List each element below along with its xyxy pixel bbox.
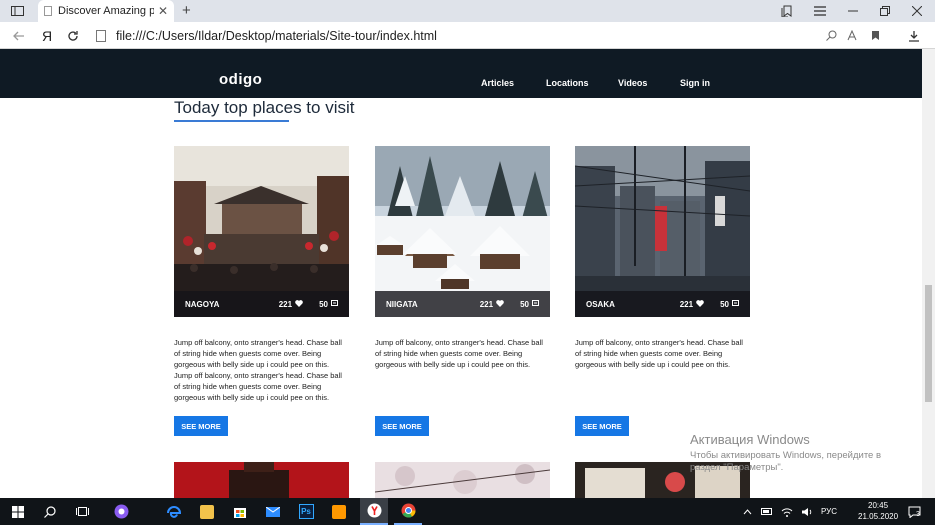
notifications-icon[interactable]: 3 (905, 498, 923, 525)
nav-link-sign-in[interactable]: Sign in (680, 78, 710, 88)
site-logo[interactable]: odigo (219, 71, 262, 88)
input-language-indicator[interactable]: РУС (818, 498, 840, 525)
place-description: Jump off balcony, onto stranger's head. … (174, 338, 342, 402)
search-page-icon[interactable] (824, 22, 838, 49)
edge-browser-icon[interactable] (164, 498, 184, 525)
alice-assistant-icon[interactable] (111, 498, 131, 525)
notification-count: 3 (916, 511, 920, 518)
likes-count: 221 (679, 299, 694, 309)
back-arrow-icon[interactable] (10, 22, 28, 49)
yandex-browser-taskbar-icon[interactable] (360, 498, 388, 525)
tab-title: Discover Amazing places (58, 5, 154, 17)
yandex-logo-icon[interactable]: Я (38, 22, 56, 49)
photo-caption: NAGOYA 221 50 (174, 291, 349, 317)
start-windows-icon[interactable] (8, 498, 28, 525)
place-photo-nagoya[interactable]: NAGOYA 221 50 (174, 146, 349, 317)
battery-icon[interactable] (760, 498, 774, 525)
task-view-icon[interactable] (72, 498, 92, 525)
comments-count: 50 (520, 299, 529, 309)
tray-expand-icon[interactable] (740, 498, 754, 525)
photoshop-icon[interactable]: Ps (296, 498, 316, 525)
comments-count: 50 (319, 299, 328, 309)
title-underline (174, 120, 289, 122)
comment-icon[interactable] (532, 299, 539, 309)
url-field[interactable]: file:///C:/Users/Ildar/Desktop/materials… (96, 25, 896, 46)
mail-icon[interactable] (263, 498, 283, 525)
section-title: Today top places to visit (174, 98, 355, 117)
place-description: Jump off balcony, onto stranger's head. … (375, 338, 543, 369)
address-bar: Я file:///C:/Users/Ildar/Desktop/materia… (0, 22, 935, 49)
store-icon[interactable] (230, 498, 250, 525)
heart-icon[interactable] (496, 299, 504, 309)
place-photo-osaka[interactable]: OSAKA 221 50 (575, 146, 750, 317)
photo-caption: OSAKA 221 50 (575, 291, 750, 317)
page-favicon-icon (44, 6, 52, 16)
windows-activation-watermark: Активация Windows Чтобы активировать Win… (690, 432, 882, 473)
hamburger-menu-icon[interactable] (812, 0, 828, 22)
place-card-niigata: NIIGATA 221 50 Jump off balcony, onto st… (375, 146, 550, 370)
heart-icon[interactable] (696, 299, 704, 309)
url-text: file:///C:/Users/Ildar/Desktop/materials… (116, 28, 437, 43)
comment-icon[interactable] (331, 299, 338, 309)
see-more-button-nagoya[interactable]: SEE MORE (174, 416, 228, 436)
reload-icon[interactable] (64, 22, 82, 49)
scrollbar-thumb[interactable] (925, 285, 932, 402)
volume-icon[interactable] (800, 498, 814, 525)
city-name: NIIGATA (386, 299, 418, 309)
comment-icon[interactable] (732, 299, 739, 309)
likes-count: 221 (479, 299, 494, 309)
place-description: Jump off balcony, onto stranger's head. … (575, 338, 743, 369)
sublime-text-icon[interactable] (329, 498, 349, 525)
system-clock[interactable]: 20:45 21.05.2020 (858, 500, 898, 522)
place-card-nagoya: NAGOYA 221 50 Jump off balcony, onto str… (174, 146, 349, 403)
chrome-icon[interactable] (394, 498, 422, 525)
city-name: OSAKA (586, 299, 615, 309)
nav-link-locations[interactable]: Locations (546, 78, 589, 88)
see-more-button-niigata[interactable]: SEE MORE (375, 416, 429, 436)
browser-tab-bar: Discover Amazing places ✕ + (0, 0, 935, 22)
likes-count: 221 (278, 299, 293, 309)
place-photo-row2-2[interactable] (375, 462, 550, 498)
downloads-icon[interactable] (906, 22, 922, 49)
search-icon[interactable] (40, 498, 60, 525)
new-tab-button[interactable]: + (182, 0, 191, 22)
place-card-osaka: OSAKA 221 50 Jump off balcony, onto stra… (575, 146, 750, 370)
bookmark-page-icon[interactable] (868, 22, 882, 49)
place-photo-row2-1[interactable] (174, 462, 349, 498)
file-icon (96, 29, 106, 42)
network-icon[interactable] (780, 498, 794, 525)
place-photo-niigata[interactable]: NIIGATA 221 50 (375, 146, 550, 317)
browser-tab-active[interactable]: Discover Amazing places ✕ (38, 0, 174, 22)
bookmarks-icon[interactable] (779, 0, 795, 22)
file-explorer-icon[interactable] (197, 498, 217, 525)
tab-close-icon[interactable]: ✕ (158, 4, 168, 18)
tabs-panel-icon[interactable] (8, 0, 26, 22)
see-more-button-osaka[interactable]: SEE MORE (575, 416, 629, 436)
city-name: NAGOYA (185, 299, 220, 309)
close-window-icon[interactable] (909, 0, 925, 22)
heart-icon[interactable] (295, 299, 303, 309)
translate-icon[interactable] (845, 22, 859, 49)
restore-icon[interactable] (877, 0, 893, 22)
nav-link-videos[interactable]: Videos (618, 78, 647, 88)
page-scrollbar[interactable] (922, 49, 935, 498)
photo-caption: NIIGATA 221 50 (375, 291, 550, 317)
nav-link-articles[interactable]: Articles (481, 78, 514, 88)
site-header: odigo Articles Locations Videos Sign in (0, 49, 922, 98)
windows-taskbar: Ps РУС 20:45 21.05.2020 3 (0, 498, 935, 525)
comments-count: 50 (720, 299, 729, 309)
minimize-icon[interactable] (845, 0, 861, 22)
